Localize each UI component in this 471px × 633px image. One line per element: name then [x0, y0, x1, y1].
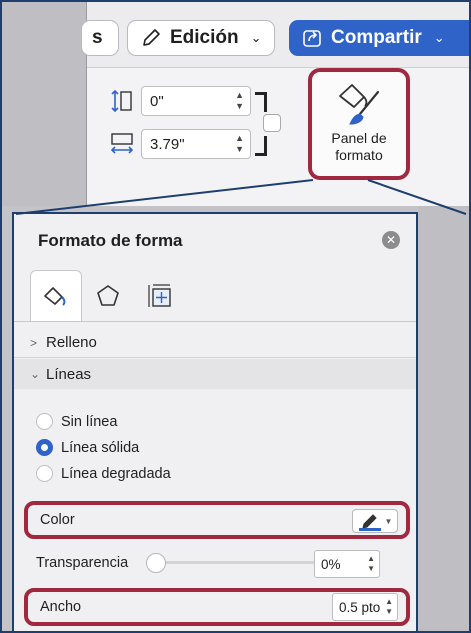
- radio-solid-line-label: Línea sólida: [61, 439, 140, 456]
- format-pane-label: Panel de formato: [331, 130, 387, 163]
- lock-bracket-bottom: [255, 136, 267, 156]
- transparency-stepper-arrows[interactable]: ▲ ▼: [367, 554, 375, 574]
- height-stepper-arrows[interactable]: ▲ ▼: [235, 90, 244, 112]
- shape-height-input[interactable]: 0" ▲ ▼: [141, 86, 251, 116]
- line-color-row: Color ▼: [24, 501, 410, 539]
- radio-no-line[interactable]: Sin línea: [36, 413, 117, 430]
- pane-header: Formato de forma: [14, 214, 416, 268]
- line-width-value: 0.5 pto: [339, 599, 381, 615]
- width-stepper-arrows[interactable]: ▲ ▼: [235, 133, 244, 155]
- pencil-icon: [143, 29, 160, 46]
- share-label: Compartir: [331, 27, 422, 48]
- tab-size-properties[interactable]: [134, 270, 186, 322]
- lock-aspect-ratio-checkbox[interactable]: [263, 114, 281, 132]
- tab-fill-line[interactable]: [30, 270, 82, 322]
- share-button[interactable]: Compartir ⌄: [289, 20, 471, 56]
- transparency-value: 0%: [321, 556, 341, 572]
- transparency-label: Transparencia: [36, 555, 129, 571]
- partial-tab-button[interactable]: s: [81, 20, 119, 56]
- shape-height-control: 0" ▲ ▼: [109, 86, 251, 116]
- line-color-picker[interactable]: ▼: [352, 509, 398, 533]
- chevron-down-icon: ⌄: [250, 30, 262, 45]
- transparency-slider-track[interactable]: [148, 561, 316, 564]
- tab-effects[interactable]: [82, 270, 134, 322]
- share-icon: [303, 30, 321, 47]
- radio-circle[interactable]: [36, 413, 53, 430]
- line-width-row: Ancho 0.5 pto ▲ ▼: [24, 588, 410, 626]
- radio-solid-line[interactable]: Línea sólida: [36, 439, 139, 456]
- transparency-row: Transparencia 0% ▲ ▼: [36, 548, 406, 578]
- pane-tabs: [30, 270, 186, 322]
- ribbon-toolbar: s Edición ⌄ Compartir ⌄: [81, 0, 471, 68]
- pane-right-background: [418, 206, 471, 633]
- shape-width-icon: [110, 133, 134, 154]
- line-width-stepper-arrows[interactable]: ▲ ▼: [385, 597, 393, 617]
- paint-bucket-brush-icon: [339, 84, 380, 125]
- transparency-slider-handle[interactable]: [146, 553, 166, 573]
- size-position-icon: [148, 284, 171, 307]
- shape-width-value: 3.79": [150, 135, 185, 153]
- edit-mode-button[interactable]: Edición ⌄: [127, 20, 275, 56]
- shape-height-value: 0": [150, 92, 164, 110]
- dropdown-arrow-icon: ▼: [384, 516, 393, 526]
- transparency-input[interactable]: 0% ▲ ▼: [314, 550, 380, 578]
- shape-height-icon: [111, 89, 132, 113]
- line-width-input[interactable]: 0.5 pto ▲ ▼: [332, 593, 398, 621]
- pen-color-icon: [358, 514, 381, 531]
- chevron-right-icon: >: [30, 335, 38, 350]
- pentagon-icon: [97, 285, 119, 306]
- format-pane-button[interactable]: Panel de formato: [308, 68, 410, 180]
- pane-title: Formato de forma: [38, 231, 183, 250]
- radio-circle-selected[interactable]: [36, 439, 53, 456]
- edit-mode-label: Edición: [170, 27, 239, 48]
- paint-bucket-icon: [44, 286, 66, 306]
- chevron-down-icon: ⌄: [433, 30, 445, 45]
- line-color-label: Color: [40, 512, 75, 528]
- section-fill-label: Relleno: [46, 334, 97, 351]
- shape-width-input[interactable]: 3.79" ▲ ▼: [141, 129, 251, 159]
- section-lines-label: Líneas: [46, 365, 92, 383]
- radio-gradient-line-label: Línea degradada: [61, 465, 171, 482]
- section-lines[interactable]: ⌄ Líneas: [14, 359, 416, 389]
- shape-width-control: 3.79" ▲ ▼: [109, 129, 251, 159]
- ribbon-left-background: [0, 0, 86, 206]
- lock-bracket-top: [255, 92, 267, 112]
- line-width-label: Ancho: [40, 599, 82, 615]
- radio-no-line-label: Sin línea: [61, 413, 118, 430]
- ribbon: s Edición ⌄ Compartir ⌄ 0" ▲ ▼ 3.79" ▲ ▼…: [81, 0, 471, 206]
- section-fill[interactable]: > Relleno: [14, 328, 416, 358]
- radio-circle[interactable]: [36, 465, 53, 482]
- chevron-down-icon: ⌄: [30, 367, 41, 381]
- partial-tab-label: s: [92, 27, 103, 48]
- close-icon[interactable]: ✕: [382, 231, 400, 249]
- tabs-divider: [14, 321, 416, 322]
- format-shape-pane: Formato de forma ✕ > Relleno ⌄ Líneas Si…: [12, 212, 418, 633]
- radio-gradient-line[interactable]: Línea degradada: [36, 465, 171, 482]
